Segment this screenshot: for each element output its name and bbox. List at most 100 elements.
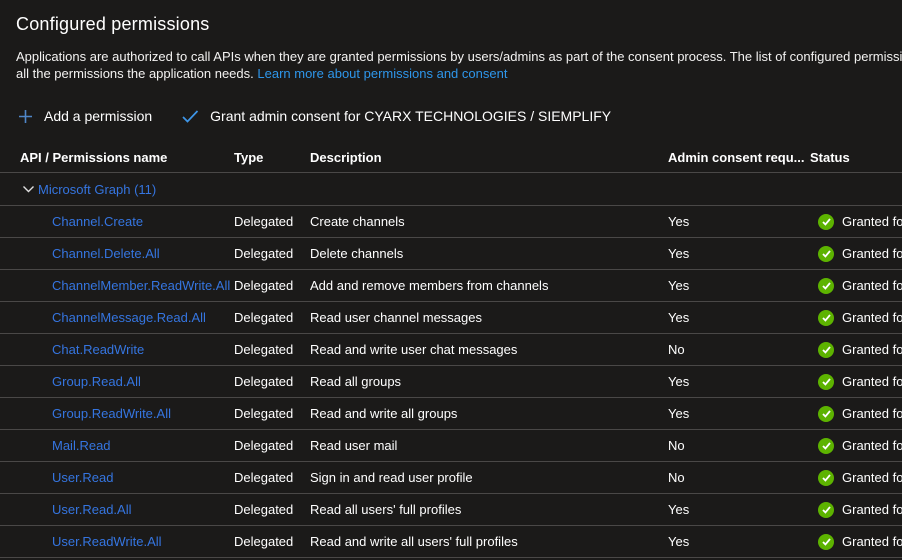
status-cell: Granted for [810,470,902,486]
permission-type: Delegated [234,502,310,517]
chevron-down-icon[interactable] [22,185,35,194]
admin-consent-required-value: Yes [668,534,810,549]
permission-name-link[interactable]: Channel.Delete.All [52,246,160,261]
status-text: Granted for [842,406,902,421]
add-permission-label: Add a permission [44,108,152,124]
status-cell: Granted for [810,342,902,358]
admin-consent-required-value: Yes [668,278,810,293]
admin-consent-required-value: No [668,342,810,357]
status-text: Granted for [842,374,902,389]
admin-consent-required-value: Yes [668,406,810,421]
status-text: Granted for [842,342,902,357]
permission-name-link[interactable]: Group.ReadWrite.All [52,406,171,421]
toolbar: Add a permission Grant admin consent for… [0,104,902,128]
permission-description: Read and write all groups [310,406,668,421]
grant-admin-consent-label: Grant admin consent for CYARX TECHNOLOGI… [210,108,611,124]
permission-name-link[interactable]: User.Read [52,470,113,485]
granted-check-icon [818,502,834,518]
granted-check-icon [818,470,834,486]
add-permission-button[interactable]: Add a permission [18,108,152,124]
permission-name-link[interactable]: User.ReadWrite.All [52,534,162,549]
permission-description: Read all users' full profiles [310,502,668,517]
granted-check-icon [818,278,834,294]
permission-type: Delegated [234,374,310,389]
status-text: Granted for [842,246,902,261]
table-body: Channel.Create Delegated Create channels… [0,206,902,558]
permission-name-link[interactable]: Channel.Create [52,214,143,229]
status-cell: Granted for [810,502,902,518]
permission-type: Delegated [234,342,310,357]
permission-type: Delegated [234,534,310,549]
table-row: User.ReadWrite.All Delegated Read and wr… [0,526,902,558]
plus-icon [18,109,33,124]
permission-type: Delegated [234,470,310,485]
permission-type: Delegated [234,310,310,325]
table-row: ChannelMessage.Read.All Delegated Read u… [0,302,902,334]
table-header-row: API / Permissions name Type Description … [0,142,902,173]
admin-consent-required-value: Yes [668,374,810,389]
permission-name-link[interactable]: ChannelMessage.Read.All [52,310,206,325]
granted-check-icon [818,534,834,550]
admin-consent-required-value: Yes [668,214,810,229]
permission-description: Create channels [310,214,668,229]
status-cell: Granted for [810,438,902,454]
header-description[interactable]: Description [310,150,668,165]
table-row: ChannelMember.ReadWrite.All Delegated Ad… [0,270,902,302]
check-icon [182,110,199,123]
table-row: Chat.ReadWrite Delegated Read and write … [0,334,902,366]
permission-type: Delegated [234,438,310,453]
table-row: Group.ReadWrite.All Delegated Read and w… [0,398,902,430]
permission-name-link[interactable]: Mail.Read [52,438,111,453]
granted-check-icon [818,310,834,326]
api-group-row-microsoft-graph[interactable]: Microsoft Graph (11) [0,173,902,206]
permission-description: Read and write all users' full profiles [310,534,668,549]
granted-check-icon [818,342,834,358]
status-text: Granted for [842,310,902,325]
status-cell: Granted for [810,246,902,262]
table-row: Channel.Delete.All Delegated Delete chan… [0,238,902,270]
granted-check-icon [818,214,834,230]
header-admin-consent-required[interactable]: Admin consent requ... [668,150,810,165]
api-group-link[interactable]: Microsoft Graph (11) [38,182,156,197]
status-text: Granted for [842,214,902,229]
granted-check-icon [818,406,834,422]
permission-type: Delegated [234,214,310,229]
table-row: Mail.Read Delegated Read user mail No Gr… [0,430,902,462]
header-api-permissions-name[interactable]: API / Permissions name [0,150,234,165]
table-row: Group.Read.All Delegated Read all groups… [0,366,902,398]
permission-description: Read all groups [310,374,668,389]
granted-check-icon [818,438,834,454]
permission-type: Delegated [234,246,310,261]
granted-check-icon [818,374,834,390]
admin-consent-required-value: No [668,470,810,485]
granted-check-icon [818,246,834,262]
admin-consent-required-value: Yes [668,502,810,517]
admin-consent-required-value: Yes [668,246,810,261]
grant-admin-consent-button[interactable]: Grant admin consent for CYARX TECHNOLOGI… [182,108,611,124]
learn-more-link[interactable]: Learn more about permissions and consent [257,66,507,81]
table-row: User.Read Delegated Sign in and read use… [0,462,902,494]
status-cell: Granted for [810,278,902,294]
status-cell: Granted for [810,310,902,326]
admin-consent-required-value: Yes [668,310,810,325]
status-text: Granted for [842,534,902,549]
permission-name-link[interactable]: Chat.ReadWrite [52,342,144,357]
permission-name-link[interactable]: User.Read.All [52,502,131,517]
permission-description: Read and write user chat messages [310,342,668,357]
permission-name-link[interactable]: ChannelMember.ReadWrite.All [52,278,230,293]
status-cell: Granted for [810,374,902,390]
permission-description: Read user channel messages [310,310,668,325]
status-cell: Granted for [810,406,902,422]
table-row: Channel.Create Delegated Create channels… [0,206,902,238]
permission-name-link[interactable]: Group.Read.All [52,374,141,389]
permission-description: Sign in and read user profile [310,470,668,485]
permission-description: Delete channels [310,246,668,261]
description-text: Applications are authorized to call APIs… [0,48,902,82]
status-cell: Granted for [810,534,902,550]
status-text: Granted for [842,502,902,517]
description-line1: Applications are authorized to call APIs… [16,48,902,65]
status-text: Granted for [842,278,902,293]
header-status[interactable]: Status [810,150,902,165]
header-type[interactable]: Type [234,150,310,165]
permission-type: Delegated [234,278,310,293]
